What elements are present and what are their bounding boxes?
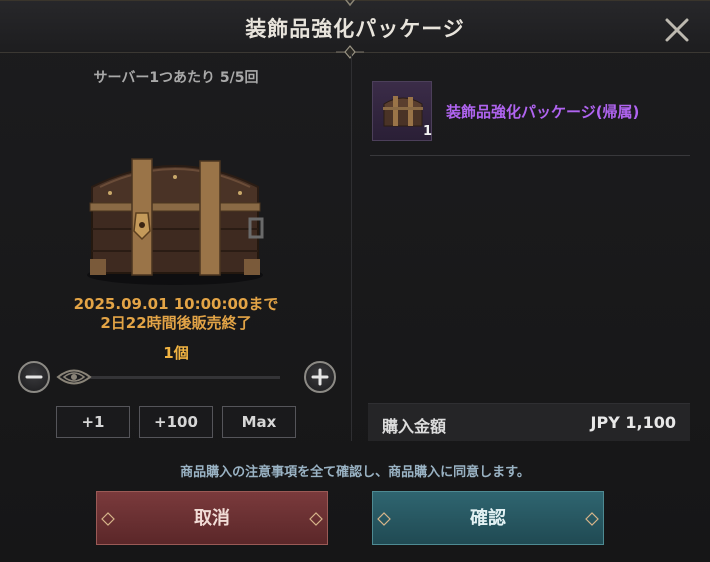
dialog-title: 装飾品強化パッケージ — [245, 17, 465, 41]
price-bar: 購入金額 JPY 1,100 — [368, 403, 690, 441]
reward-item-row: 1 装飾品強化パッケージ(帰属) — [368, 79, 690, 155]
item-name: 装飾品強化パッケージ(帰属) — [446, 103, 640, 121]
decrease-quantity-button[interactable] — [18, 361, 50, 393]
button-ornament-icon — [309, 512, 323, 526]
cancel-button-label: 取消 — [194, 508, 230, 529]
sale-remaining-time: 2日22時間後販売終了 — [100, 314, 252, 332]
confirm-button-label: 確認 — [470, 508, 506, 529]
treasure-chest-image — [87, 158, 264, 285]
increase-quantity-button[interactable] — [304, 361, 336, 393]
confirm-button[interactable]: 確認 — [372, 491, 604, 545]
button-ornament-icon — [377, 512, 391, 526]
purchase-left-panel: サーバー1つあたり 5/5回 2025.09.01 10:00:00まで 2日2… — [0, 53, 352, 448]
header-ornament-icon — [345, 0, 355, 7]
cancel-button[interactable]: 取消 — [96, 491, 328, 545]
purchase-notice: 商品購入の注意事項を全て確認し、商品購入に同意します。 — [180, 465, 530, 480]
add-100-button[interactable]: +100 — [139, 406, 213, 438]
add-1-button[interactable]: +1 — [56, 406, 130, 438]
price-value: JPY 1,100 — [590, 413, 676, 432]
chest-icon — [383, 96, 423, 127]
price-label: 購入金額 — [382, 417, 447, 436]
close-icon[interactable] — [662, 15, 692, 45]
item-count: 1 — [423, 124, 433, 139]
dialog-header: 装飾品強化パッケージ — [0, 0, 710, 59]
sale-end-date: 2025.09.01 10:00:00まで — [73, 295, 279, 313]
button-ornament-icon — [101, 512, 115, 526]
item-divider — [370, 155, 690, 156]
purchase-dialog: 装飾品強化パッケージ サーバー1つあたり 5/5回 2025.09.01 10:… — [0, 0, 710, 562]
quantity-label: 1個 — [163, 344, 189, 362]
max-quantity-button[interactable]: Max — [222, 406, 296, 438]
slider-handle-icon[interactable] — [56, 364, 92, 390]
item-thumbnail[interactable]: 1 — [372, 81, 432, 141]
minus-icon — [25, 375, 43, 379]
plus-icon — [311, 368, 329, 386]
panel-divider — [351, 53, 352, 441]
purchase-limit-text: サーバー1つあたり 5/5回 — [93, 70, 259, 86]
button-ornament-icon — [585, 512, 599, 526]
quantity-slider-track[interactable] — [60, 376, 280, 379]
